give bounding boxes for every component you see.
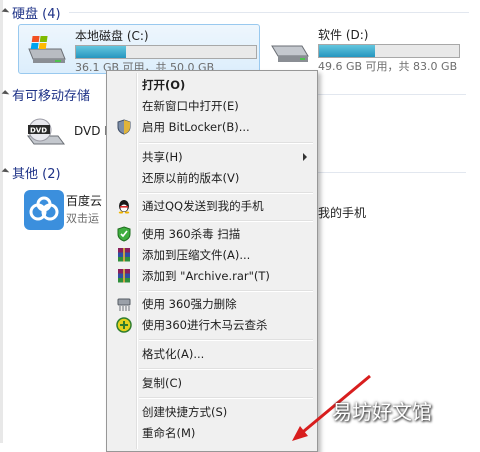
qq-penguin-icon <box>118 200 130 214</box>
group-header-label: 有可移动存储 <box>12 88 91 104</box>
phone-item-label[interactable]: 我的手机 <box>318 204 366 221</box>
drive-c-name: 本地磁盘 (C:) <box>75 29 149 43</box>
menu-item-label: 通过QQ发送到我的手机 <box>142 199 264 213</box>
menu-item-restore-versions[interactable]: 还原以前的版本(V) <box>109 168 315 188</box>
menu-item-label: 创建快捷方式(S) <box>142 405 228 419</box>
menu-item-360-scan[interactable]: 使用 360杀毒 扫描 <box>109 224 315 244</box>
windows-drive-icon <box>28 36 66 63</box>
menu-item-label: 打开(O) <box>142 78 186 92</box>
svg-text:DVD: DVD <box>30 127 47 135</box>
menu-item-share[interactable]: 共享(H) <box>109 147 315 167</box>
hard-drive-icon <box>271 45 309 62</box>
menu-item-bitlocker[interactable]: 启用 BitLocker(B)... <box>109 117 315 137</box>
drive-d-usage-bar <box>318 44 460 58</box>
menu-item-label: 复制(C) <box>142 376 183 390</box>
menu-separator <box>139 142 313 144</box>
menu-separator <box>139 290 313 292</box>
menu-item-label: 共享(H) <box>142 150 183 164</box>
menu-item-open-new-window[interactable]: 在新窗口中打开(E) <box>109 96 315 116</box>
group-divider <box>68 11 469 13</box>
dvd-drive-tile[interactable]: DVD DVD R <box>18 108 113 156</box>
group-header-other[interactable]: 其他 (2) <box>0 162 108 182</box>
menu-separator <box>139 192 313 194</box>
menu-item-label: 添加到 "Archive.rar"(T) <box>142 269 270 283</box>
menu-item-add-to-archive-rar[interactable]: 添加到 "Archive.rar"(T) <box>109 266 315 286</box>
dvd-drive-icon: DVD <box>27 118 65 145</box>
menu-separator <box>139 220 313 222</box>
drive-c-usage-fill <box>76 46 127 58</box>
menu-item-label: 还原以前的版本(V) <box>142 171 240 185</box>
360-antivirus-icon <box>117 226 131 242</box>
menu-item-360-trojan-scan[interactable]: 使用360进行木马云查杀 <box>109 315 315 335</box>
baidu-cloud-tile[interactable]: 百度云 双击运 <box>18 186 106 234</box>
group-header-removable[interactable]: 有可移动存储 <box>0 84 108 104</box>
group-header-hard-disks[interactable]: 硬盘 (4) <box>0 2 480 22</box>
menu-item-add-to-archive[interactable]: 添加到压缩文件(A)... <box>109 245 315 265</box>
winrar-icon <box>118 248 130 262</box>
group-divider <box>316 93 466 95</box>
drive-d-tile[interactable]: 软件 (D:) 49.6 GB 可用，共 83.0 GB <box>262 24 472 73</box>
drive-c-tile[interactable]: 本地磁盘 (C:) 36.1 GB 可用，共 50.0 GB <box>18 24 260 74</box>
bitlocker-shield-icon <box>117 119 131 135</box>
menu-item-label: 启用 BitLocker(B)... <box>142 120 250 134</box>
winrar-icon <box>118 269 130 283</box>
menu-item-label: 在新窗口中打开(E) <box>142 99 239 113</box>
menu-item-label: 使用360进行木马云查杀 <box>142 318 268 332</box>
group-header-other-line <box>316 162 480 182</box>
baidu-cloud-icon <box>24 190 64 230</box>
menu-item-label: 重命名(M) <box>142 426 196 440</box>
menu-item-label: 使用 360强力删除 <box>142 297 237 311</box>
menu-item-label: 添加到压缩文件(A)... <box>142 248 251 262</box>
baidu-cloud-name: 百度云 <box>66 194 103 208</box>
group-header-label: 硬盘 (4) <box>12 6 61 22</box>
group-header-label: 其他 (2) <box>12 166 61 182</box>
left-edge-scrollbar[interactable] <box>0 0 3 443</box>
watermark: 易坊好文馆 <box>332 400 432 424</box>
menu-item-label: 格式化(A)... <box>142 347 205 361</box>
submenu-arrow-icon <box>303 153 307 161</box>
menu-item-label: 使用 360杀毒 扫描 <box>142 227 241 241</box>
drive-c-usage-bar <box>75 45 257 59</box>
360-shredder-icon <box>117 298 131 311</box>
drive-d-name: 软件 (D:) <box>318 28 369 42</box>
menu-item-format[interactable]: 格式化(A)... <box>109 344 315 364</box>
baidu-cloud-subtitle: 双击运 <box>66 212 99 225</box>
drive-d-space: 49.6 GB 可用，共 83.0 GB <box>318 60 458 73</box>
group-divider <box>316 171 466 173</box>
drive-d-usage-fill <box>319 45 375 57</box>
360-trojan-scan-icon <box>116 317 132 333</box>
menu-separator <box>139 339 313 341</box>
menu-item-open[interactable]: 打开(O) <box>109 75 315 95</box>
group-header-removable-line <box>316 84 480 104</box>
menu-item-360-shred[interactable]: 使用 360强力删除 <box>109 294 315 314</box>
menu-item-qq-send[interactable]: 通过QQ发送到我的手机 <box>109 196 315 216</box>
